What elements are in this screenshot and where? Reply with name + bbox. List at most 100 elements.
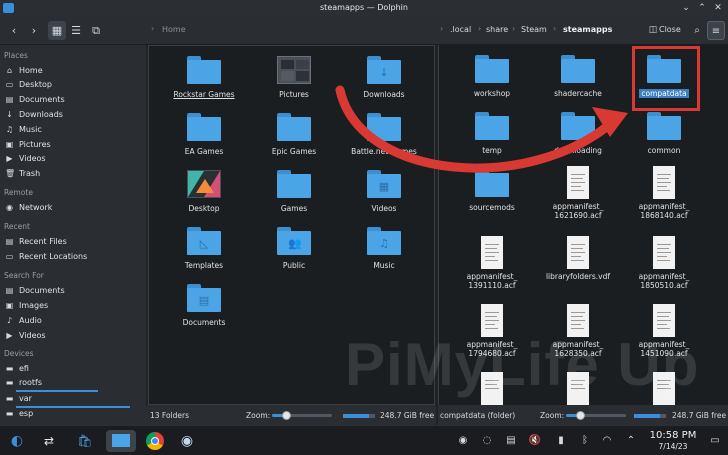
sidebar-item-search-documents[interactable]: ▤ Documents	[3, 284, 141, 298]
desktop-icon: ▭	[5, 80, 14, 89]
documents-icon: ▤	[5, 286, 14, 295]
drive-icon: ▬	[5, 364, 14, 373]
recent-locations-icon: ▭	[5, 252, 14, 261]
compact-view-icon[interactable]: ☰	[68, 21, 84, 40]
clipboard-tray-icon[interactable]: ▤	[504, 434, 518, 448]
sidebar-item-network[interactable]: ◉ Network	[3, 201, 141, 215]
text-file-icon	[653, 166, 675, 199]
file-item[interactable]: libraryfolders.vdf	[535, 235, 621, 291]
pictures-icon: ▣	[5, 140, 14, 149]
folder-item[interactable]: ◺ Templates	[161, 223, 247, 279]
folder-item[interactable]: 👥 Public	[251, 223, 337, 279]
places-sidebar: Places ⌂ Home ▭ Desktop ▤ Documents ↓ Downlo…	[0, 45, 146, 425]
sidebar-item-search-audio[interactable]: ♪ Audio	[3, 314, 141, 328]
dolphin-taskbar-icon[interactable]	[106, 430, 136, 452]
sidebar-item-videos[interactable]: ▶ Videos	[3, 152, 141, 166]
crumb-separator-icon: ›	[151, 24, 155, 33]
details-view-icon[interactable]: ⧉	[88, 21, 104, 40]
watermark-logo: PiMyLife Up	[345, 331, 700, 398]
sidebar-item-efi[interactable]: ▬ efi	[3, 362, 141, 376]
sidebar-item-var[interactable]: ▬ var	[3, 392, 141, 406]
folder-item[interactable]: Rockstar Games	[161, 52, 247, 108]
folder-item[interactable]: ♫ Music	[341, 223, 427, 279]
bluetooth-icon[interactable]: ᛒ	[578, 434, 592, 448]
network-icon: ◉	[6, 203, 13, 212]
zoom-slider[interactable]	[272, 411, 332, 420]
zoom-slider[interactable]	[566, 411, 626, 420]
annotation-arrow	[335, 85, 628, 173]
close-window-icon[interactable]: ✕	[712, 2, 724, 14]
zoom-label: Zoom:	[540, 411, 565, 420]
file-item[interactable]: appmanifest_ 1850510.acf	[621, 235, 707, 291]
icons-view-icon[interactable]: ▦	[48, 21, 66, 40]
folder-item[interactable]: Pictures	[251, 52, 337, 108]
sidebar-item-search-images[interactable]: ▣ Images	[3, 299, 141, 313]
sidebar-item-home[interactable]: ⌂ Home	[3, 64, 141, 78]
breadcrumb-steam[interactable]: Steam	[521, 25, 547, 34]
folder-item[interactable]: EA Games	[161, 109, 247, 165]
steam-tray-icon[interactable]: ◉	[456, 434, 470, 448]
breadcrumb-local[interactable]: .local	[450, 25, 471, 34]
text-file-icon	[653, 236, 675, 269]
sidebar-item-recent-files[interactable]: ▤ Recent Files	[3, 235, 141, 249]
text-file-icon	[481, 236, 503, 269]
sidebar-item-pictures[interactable]: ▣ Pictures	[3, 138, 141, 152]
folder-icon	[187, 113, 221, 141]
file-item[interactable]: appmanifest_ 1868140.acf	[621, 165, 707, 221]
volume-muted-icon[interactable]: 🔇	[528, 434, 542, 448]
steam-icon[interactable]: ◉	[176, 430, 198, 452]
sidebar-item-documents[interactable]: ▤ Documents	[3, 93, 141, 107]
sidebar-item-downloads[interactable]: ↓ Downloads	[3, 108, 141, 122]
drive-icon: ▬	[5, 394, 14, 403]
folder-item[interactable]: Epic Games	[251, 109, 337, 165]
item-count: 13 Folders	[150, 411, 190, 420]
system-settings-icon[interactable]: ⇄	[38, 430, 60, 452]
minimize-icon[interactable]: ⌄	[680, 2, 692, 14]
hamburger-menu-icon[interactable]: ≡	[707, 21, 725, 40]
forward-icon[interactable]: ›	[26, 21, 42, 40]
downloads-folder-icon: ↓	[367, 56, 401, 84]
videos-icon: ▶	[6, 154, 13, 163]
close-split-button[interactable]: Close	[659, 25, 681, 34]
search-icon[interactable]: ⌕	[689, 21, 705, 40]
breadcrumb-steamapps[interactable]: steamapps	[563, 25, 612, 34]
breadcrumb-left-home[interactable]: Home	[162, 25, 186, 34]
sidebar-item-trash[interactable]: 🗑 Trash	[3, 167, 141, 181]
steamos-menu-icon[interactable]: ◐	[6, 430, 28, 452]
folder-item[interactable]: common	[621, 108, 707, 164]
sidebar-item-search-videos[interactable]: ▶ Videos	[3, 329, 141, 343]
back-icon[interactable]: ‹	[6, 21, 22, 40]
trash-icon: 🗑	[5, 169, 16, 178]
breadcrumb-share[interactable]: share	[486, 25, 508, 34]
folder-item[interactable]: ▤ Documents	[161, 280, 247, 336]
free-space-label: 248.7 GiB free	[380, 411, 435, 420]
tray-expand-icon[interactable]: ⌃	[624, 434, 638, 448]
recent-heading: Recent	[4, 222, 30, 231]
maximize-icon[interactable]: ⌃	[696, 2, 708, 14]
folder-item[interactable]: Desktop	[161, 166, 247, 222]
folder-icon	[475, 55, 509, 83]
battery-icon[interactable]: ▮	[554, 434, 568, 448]
public-folder-icon: 👥	[277, 227, 311, 255]
pictures-folder-icon	[277, 56, 311, 84]
templates-folder-icon: ◺	[187, 227, 221, 255]
places-heading: Places	[4, 51, 28, 60]
chrome-icon[interactable]	[144, 430, 166, 452]
gamepad-tray-icon[interactable]: ◌	[480, 434, 494, 448]
sidebar-item-recent-locations[interactable]: ▭ Recent Locations	[3, 250, 141, 264]
show-desktop-icon[interactable]: ▭	[708, 434, 722, 448]
sidebar-item-desktop[interactable]: ▭ Desktop	[3, 78, 141, 92]
discover-store-icon[interactable]: 🛍	[74, 430, 96, 452]
file-item[interactable]: appmanifest_ 1391110.acf	[449, 235, 535, 291]
sidebar-item-rootfs[interactable]: ▬ rootfs	[3, 376, 141, 390]
sidebar-item-music[interactable]: ♫ Music	[3, 123, 141, 137]
devices-heading: Devices	[4, 349, 34, 358]
clock[interactable]: 10:58 PM 7/14/23	[646, 430, 700, 451]
zoom-label: Zoom:	[246, 411, 271, 420]
folder-item[interactable]: Games	[251, 166, 337, 222]
desktop-folder-icon	[187, 170, 221, 198]
wifi-icon[interactable]: ◠	[600, 434, 614, 448]
clock-date: 7/14/23	[658, 442, 688, 451]
sidebar-item-esp[interactable]: ▬ esp	[3, 407, 141, 421]
title-bar: steamapps — Dolphin ⌄ ⌃ ✕	[0, 0, 728, 16]
